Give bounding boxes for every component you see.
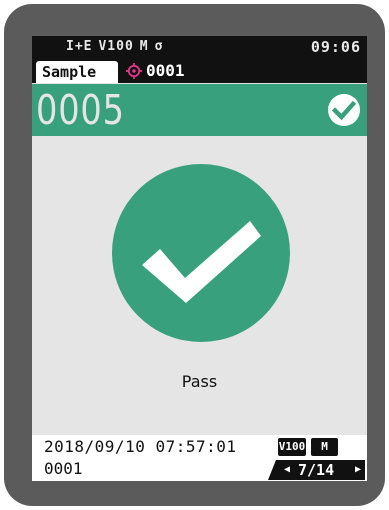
sample-header: 0005: [32, 84, 367, 136]
mode-badge: M: [311, 438, 338, 456]
observer-indicator: σ: [154, 39, 164, 54]
status-indicators: I+E V100 Mσ: [66, 39, 169, 54]
sample-number: 0005: [36, 86, 125, 134]
status-bar: I+E V100 Mσ 09:06: [32, 36, 367, 58]
aperture-badge: V100: [278, 438, 306, 456]
next-page-icon[interactable]: ▶: [355, 460, 361, 480]
measurement-timestamp: 2018/09/10 07:57:01: [44, 437, 237, 456]
screen: I+E V100 Mσ 09:06 Sample 0001 0005 Pass …: [32, 36, 367, 481]
clock: 09:06: [310, 38, 361, 56]
aperture-indicator: V100: [98, 39, 134, 54]
illumination-indicator: I+E: [66, 39, 93, 54]
target-icon: [126, 63, 142, 79]
page-indicator: 7/14: [298, 461, 335, 479]
tab-sample[interactable]: Sample: [36, 61, 118, 83]
target-number: 0001: [146, 61, 185, 80]
pass-result-icon: [112, 164, 290, 342]
measurement-mode-indicator: M: [139, 39, 149, 54]
footer-target-number: 0001: [44, 459, 83, 478]
check-circle-icon: [328, 94, 360, 126]
result-label: Pass: [181, 372, 218, 391]
device-bezel: I+E V100 Mσ 09:06 Sample 0001 0005 Pass …: [4, 4, 385, 506]
page-navigator[interactable]: ◀ 7/14 ▶: [268, 460, 365, 480]
tab-row: Sample 0001: [32, 58, 367, 83]
footer: 2018/09/10 07:57:01 0001 V100 M ◀ 7/14 ▶: [32, 435, 367, 481]
prev-page-icon[interactable]: ◀: [284, 460, 290, 480]
